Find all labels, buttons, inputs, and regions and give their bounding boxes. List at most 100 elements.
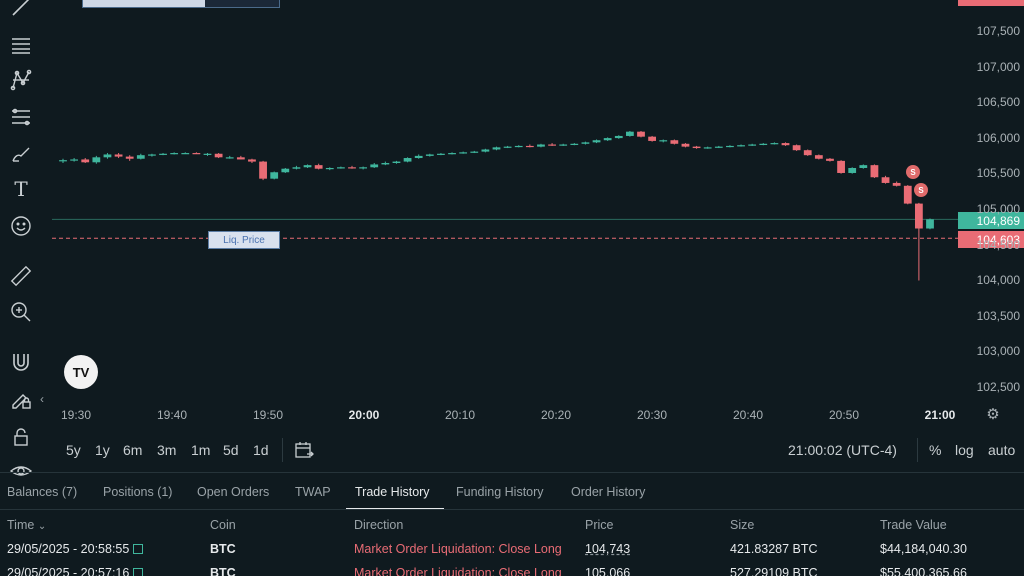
collapse-toolbar-arrow-icon[interactable]: ‹ (40, 392, 44, 406)
candle-body (392, 161, 401, 164)
price-axis-label: 107,500 (976, 24, 1020, 38)
row-coin[interactable]: BTC (210, 566, 236, 576)
brush-icon[interactable] (6, 139, 36, 169)
time-axis-label: 20:10 (444, 408, 476, 422)
candle-body (370, 164, 379, 168)
calendar-icon[interactable] (294, 440, 314, 460)
emoji-icon[interactable] (6, 211, 36, 241)
range-6m-button[interactable]: 6m (123, 442, 142, 458)
table-row: 29/05/2025 - 20:58:55 BTC Market Order L… (0, 539, 1024, 561)
magnet-icon[interactable] (6, 347, 36, 377)
percent-toggle[interactable]: % (929, 442, 941, 458)
candle-body (503, 146, 512, 148)
fib-retracement-icon[interactable] (6, 102, 36, 132)
lock-drawing-icon[interactable] (6, 384, 36, 414)
candle-body (292, 167, 301, 169)
zoom-in-icon[interactable] (6, 297, 36, 327)
price-axis-label: 104,000 (976, 273, 1020, 288)
pattern-icon[interactable] (6, 65, 36, 95)
candle-body (181, 153, 190, 155)
row-coin[interactable]: BTC (210, 542, 236, 556)
tradingview-logo[interactable]: TV (64, 355, 98, 389)
candle-body (336, 167, 345, 169)
active-tab-indicator (346, 508, 444, 509)
tab-twap[interactable]: TWAP (295, 485, 331, 499)
candle-body (814, 155, 823, 159)
candle-body (492, 147, 501, 150)
candle-body (403, 158, 412, 162)
account-tabs: Balances (7) Positions (1) Open Orders T… (0, 473, 1024, 510)
candle-body (826, 158, 834, 161)
tab-open-orders[interactable]: Open Orders (197, 485, 269, 499)
candle-body (348, 167, 356, 169)
row-size: 527.29109 BTC (730, 566, 818, 576)
range-3m-button[interactable]: 3m (157, 442, 176, 458)
price-axis-label: 107,000 (976, 59, 1020, 74)
candle-body (81, 159, 90, 163)
ruler-icon[interactable] (6, 261, 36, 291)
sell-marker[interactable]: S (906, 165, 920, 179)
clipped-label-box (82, 0, 280, 8)
log-toggle[interactable]: log (955, 442, 974, 458)
tab-balances[interactable]: Balances (7) (7, 485, 77, 499)
candle-body (170, 153, 179, 155)
candle-body (325, 167, 334, 170)
candle-body (603, 138, 612, 141)
range-5d-button[interactable]: 5d (223, 442, 239, 458)
price-axis-label: 103,000 (976, 344, 1020, 359)
clock-timezone[interactable]: 21:00:02 (UTC-4) (788, 442, 897, 458)
candle-body (314, 165, 323, 169)
candle-body (581, 142, 590, 144)
tab-trade-history[interactable]: Trade History (355, 485, 430, 499)
range-1d-button[interactable]: 1d (253, 442, 269, 458)
row-price: 105,066 (585, 566, 631, 576)
candle-body (525, 145, 534, 148)
range-1y-button[interactable]: 1y (95, 442, 110, 458)
table-header: Time ⌄ Coin Direction Price Size Trade V… (0, 516, 1024, 536)
tab-funding-history[interactable]: Funding History (456, 485, 544, 499)
candle-body (136, 155, 145, 159)
range-bar: 5y 1y 6m 3m 1m 5d 1d 21:00:02 (UTC-4) % … (0, 434, 1024, 466)
candle-body (770, 143, 779, 145)
auto-toggle[interactable]: auto (988, 442, 1015, 458)
candle-body (692, 146, 701, 149)
tab-order-history[interactable]: Order History (571, 485, 645, 499)
candle-body (225, 157, 234, 159)
range-1m-button[interactable]: 1m (191, 442, 210, 458)
time-axis-label: 20:40 (732, 408, 764, 422)
divider (917, 438, 918, 462)
tab-positions[interactable]: Positions (1) (103, 485, 172, 499)
header-time[interactable]: Time ⌄ (7, 518, 46, 532)
price-axis-label: 105,000 (976, 202, 1020, 216)
range-5y-button[interactable]: 5y (66, 442, 81, 458)
candle-body (926, 219, 934, 229)
candle-body (659, 140, 668, 142)
candle-body (148, 154, 156, 156)
drawing-toolbar: T ‹ (0, 0, 44, 476)
candle-body (248, 159, 256, 162)
candle-body (648, 136, 657, 141)
price-axis-label: 103,500 (976, 308, 1020, 323)
row-trade-value: $55,400,365.66 (880, 566, 967, 576)
candle-body (681, 143, 690, 147)
header-price: Price (585, 518, 614, 532)
candle-body (114, 154, 123, 157)
candle-body (714, 146, 723, 148)
candle-body (848, 167, 857, 173)
external-link-icon[interactable] (133, 568, 144, 576)
text-icon[interactable]: T (6, 174, 36, 204)
trend-line-icon[interactable] (6, 0, 36, 22)
candlestick-chart (52, 130, 958, 281)
horizontal-lines-icon[interactable] (6, 30, 36, 60)
divider (282, 438, 283, 462)
price-chart[interactable] (52, 0, 1024, 430)
time-axis-label: 20:20 (540, 408, 572, 422)
row-time: 29/05/2025 - 20:58:55 (7, 542, 144, 556)
candle-body (870, 165, 879, 178)
sell-marker[interactable]: S (914, 183, 928, 197)
chart-settings-gear-icon[interactable]: ⚙ (984, 406, 1002, 424)
external-link-icon[interactable] (133, 544, 144, 554)
candle-body (214, 153, 223, 158)
candle-body (837, 160, 845, 173)
candle-body (637, 131, 645, 137)
